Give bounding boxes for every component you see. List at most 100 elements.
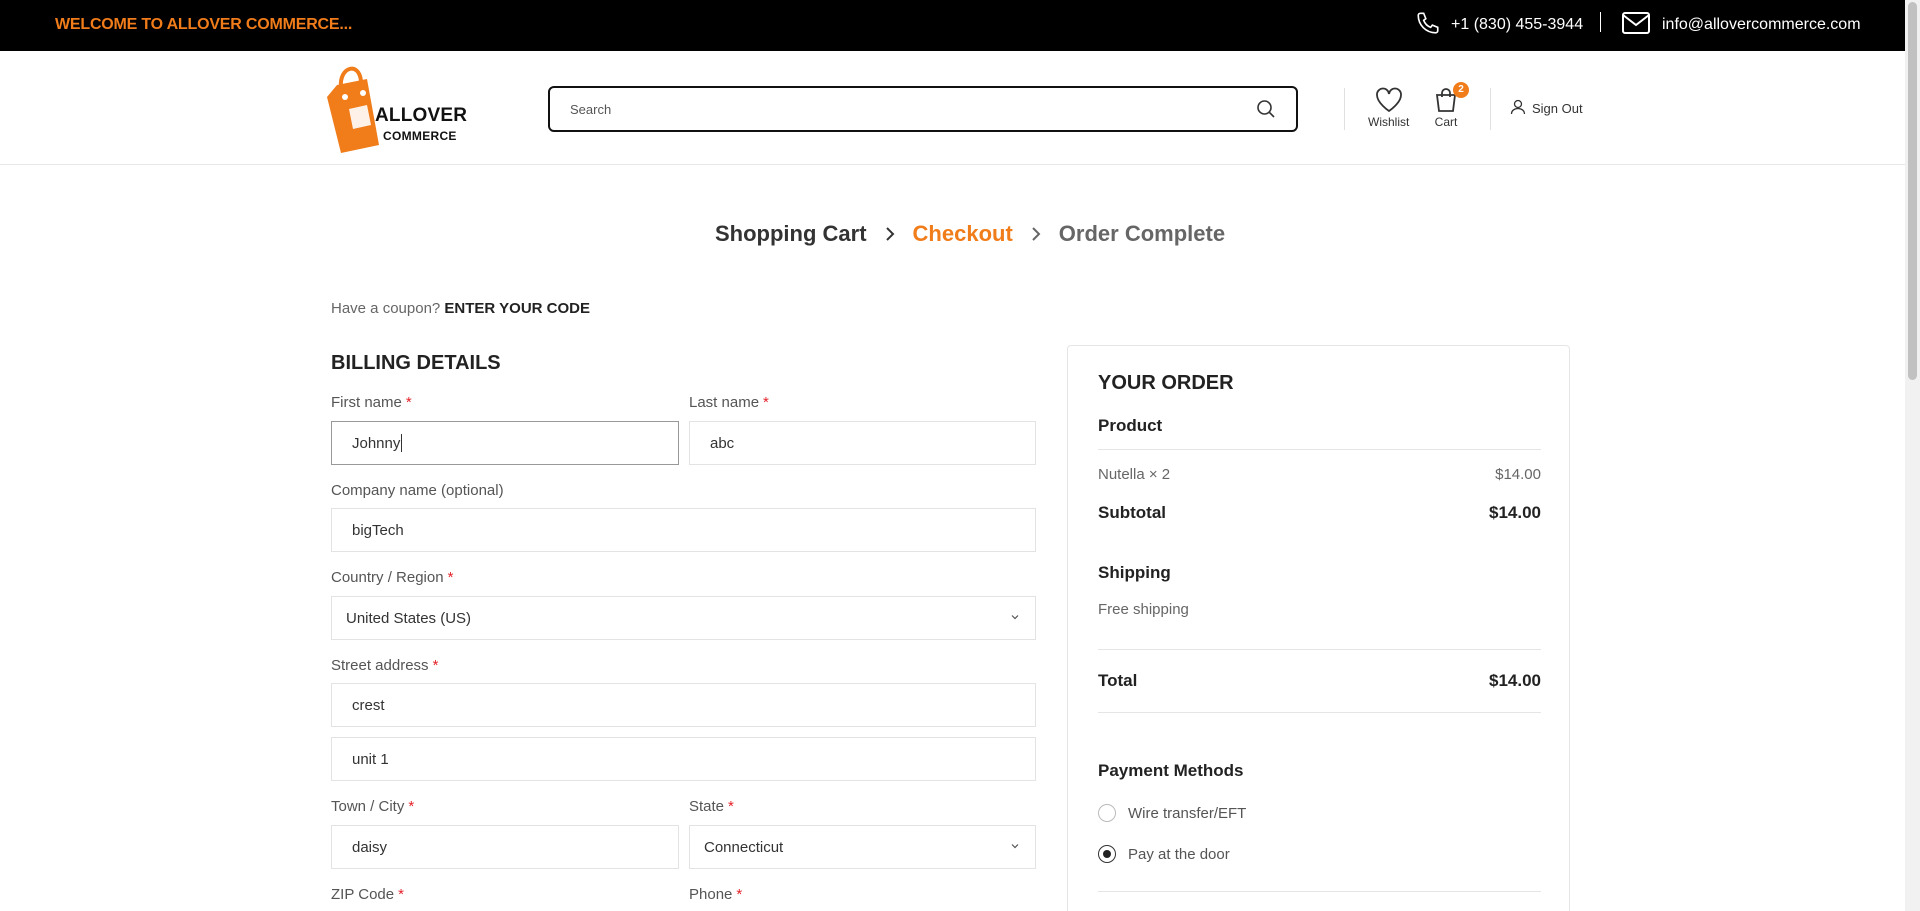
- first-name-label: First name *: [331, 394, 412, 411]
- payment-option-label: Wire transfer/EFT: [1128, 804, 1247, 822]
- email-address: info@allovercommerce.com: [1662, 16, 1861, 33]
- site-logo[interactable]: ALLOVER COMMERCE: [323, 57, 467, 157]
- cart-link[interactable]: 2 Cart: [1433, 82, 1469, 129]
- step-order-complete: Order Complete: [1058, 221, 1226, 246]
- enter-coupon-link[interactable]: ENTER YOUR CODE: [444, 300, 590, 317]
- phone-label-text: Phone: [689, 886, 733, 903]
- logo-text-main: ALLOVER: [375, 105, 468, 126]
- subtotal-value: $14.00: [1489, 503, 1541, 522]
- cart-label: Cart: [1434, 115, 1458, 129]
- total-value: $14.00: [1489, 671, 1541, 690]
- country-label: Country / Region *: [331, 569, 453, 586]
- search-input[interactable]: [570, 101, 1256, 117]
- last-name-field[interactable]: abc: [689, 421, 1036, 465]
- shipping-value: Free shipping: [1098, 601, 1189, 618]
- sign-out-link[interactable]: Sign Out: [1510, 99, 1583, 118]
- state-label: State *: [689, 798, 734, 815]
- payment-methods-title: Payment Methods: [1098, 761, 1244, 780]
- city-value: daisy: [352, 838, 388, 856]
- order-item-name: Nutella × 2: [1098, 466, 1171, 483]
- street-address-label: Street address *: [331, 657, 438, 674]
- first-name-label-text: First name: [331, 394, 402, 411]
- search-icon[interactable]: [1256, 99, 1276, 119]
- required-mark: *: [763, 394, 769, 411]
- divider: [1098, 449, 1541, 450]
- payment-option-pay-at-door[interactable]: Pay at the door: [1098, 845, 1230, 863]
- text-cursor: [401, 434, 403, 452]
- phone-number: +1 (830) 455-3944: [1451, 16, 1584, 33]
- phone-icon: [1415, 10, 1441, 41]
- order-title: YOUR ORDER: [1098, 372, 1234, 394]
- divider: [1098, 891, 1541, 892]
- required-mark: *: [398, 886, 404, 903]
- email-contact[interactable]: info@allovercommerce.com: [1622, 10, 1861, 40]
- required-mark: *: [408, 798, 415, 815]
- required-mark: *: [405, 394, 412, 411]
- phone-contact[interactable]: +1 (830) 455-3944: [1415, 10, 1583, 40]
- phone-label: Phone *: [689, 886, 742, 903]
- divider: [1098, 649, 1541, 650]
- total-row: Total $14.00: [1098, 671, 1541, 691]
- mail-icon: [1622, 11, 1650, 39]
- last-name-value: abc: [710, 434, 735, 452]
- checkout-steps: Shopping Cart Checkout Order Complete: [715, 221, 1225, 247]
- street-address-line2-field[interactable]: unit 1: [331, 737, 1036, 781]
- state-label-text: State: [689, 798, 725, 815]
- sign-out-label: Sign Out: [1532, 101, 1583, 116]
- header-divider: [1344, 88, 1345, 130]
- scrollbar-thumb[interactable]: [1908, 2, 1917, 380]
- required-mark: *: [447, 569, 454, 586]
- cart-count-badge: 2: [1453, 82, 1469, 98]
- street-label-text: Street address: [331, 657, 429, 674]
- required-mark: *: [736, 886, 743, 903]
- required-mark: *: [728, 798, 734, 815]
- zip-code-label: ZIP Code *: [331, 886, 404, 903]
- step-checkout[interactable]: Checkout: [913, 221, 1013, 247]
- company-label-text: Company name (optional): [331, 482, 504, 499]
- chevron-right-icon: [1029, 221, 1043, 247]
- required-mark: *: [432, 657, 439, 674]
- country-value: United States (US): [346, 609, 472, 627]
- zip-label-text: ZIP Code: [331, 886, 395, 903]
- coupon-prompt: Have a coupon? ENTER YOUR CODE: [331, 300, 590, 317]
- country-select[interactable]: United States (US): [331, 596, 1036, 640]
- site-header: ALLOVER COMMERCE Wishlist 2 Cart Sign Ou…: [0, 51, 1905, 165]
- subtotal-label: Subtotal: [1098, 503, 1166, 522]
- welcome-text: WELCOME TO ALLOVER COMMERCE...: [55, 16, 353, 33]
- shipping-label: Shipping: [1098, 563, 1171, 582]
- product-column-header: Product: [1098, 416, 1163, 435]
- city-label: Town / City *: [331, 798, 414, 815]
- header-divider: [1490, 88, 1491, 130]
- city-label-text: Town / City: [331, 798, 405, 815]
- state-select[interactable]: Connecticut: [689, 825, 1036, 869]
- payment-option-wire-transfer[interactable]: Wire transfer/EFT: [1098, 804, 1246, 822]
- city-field[interactable]: daisy: [331, 825, 679, 869]
- chevron-right-icon: [883, 221, 897, 247]
- order-item-price: $14.00: [1495, 466, 1541, 483]
- radio-button-selected[interactable]: [1098, 845, 1116, 863]
- logo-text-sub: COMMERCE: [383, 129, 457, 143]
- street-value: crest: [352, 696, 385, 714]
- country-label-text: Country / Region: [331, 569, 444, 586]
- wishlist-link[interactable]: Wishlist: [1368, 87, 1409, 129]
- street2-value: unit 1: [352, 750, 389, 768]
- state-value: Connecticut: [704, 838, 784, 856]
- wishlist-label: Wishlist: [1368, 115, 1410, 129]
- first-name-value: Johnny: [352, 434, 401, 452]
- street-address-field[interactable]: crest: [331, 683, 1036, 727]
- coupon-prompt-text: Have a coupon?: [331, 300, 441, 317]
- total-label: Total: [1098, 671, 1138, 690]
- top-bar: WELCOME TO ALLOVER COMMERCE... +1 (830) …: [0, 0, 1905, 51]
- heart-icon: [1368, 87, 1409, 113]
- first-name-field[interactable]: Johnny: [331, 421, 679, 465]
- billing-details-title: BILLING DETAILS: [331, 352, 501, 374]
- order-summary-panel: YOUR ORDER Product Nutella × 2 $14.00 Su…: [1067, 345, 1570, 911]
- company-name-field[interactable]: bigTech: [331, 508, 1036, 552]
- step-shopping-cart[interactable]: Shopping Cart: [715, 221, 867, 247]
- page-scrollbar[interactable]: [1905, 0, 1920, 911]
- chevron-down-icon: [1009, 610, 1021, 627]
- radio-button[interactable]: [1098, 804, 1116, 822]
- order-item-row: Nutella × 2 $14.00: [1098, 466, 1541, 483]
- divider: [1098, 712, 1541, 713]
- chevron-down-icon: [1009, 839, 1021, 856]
